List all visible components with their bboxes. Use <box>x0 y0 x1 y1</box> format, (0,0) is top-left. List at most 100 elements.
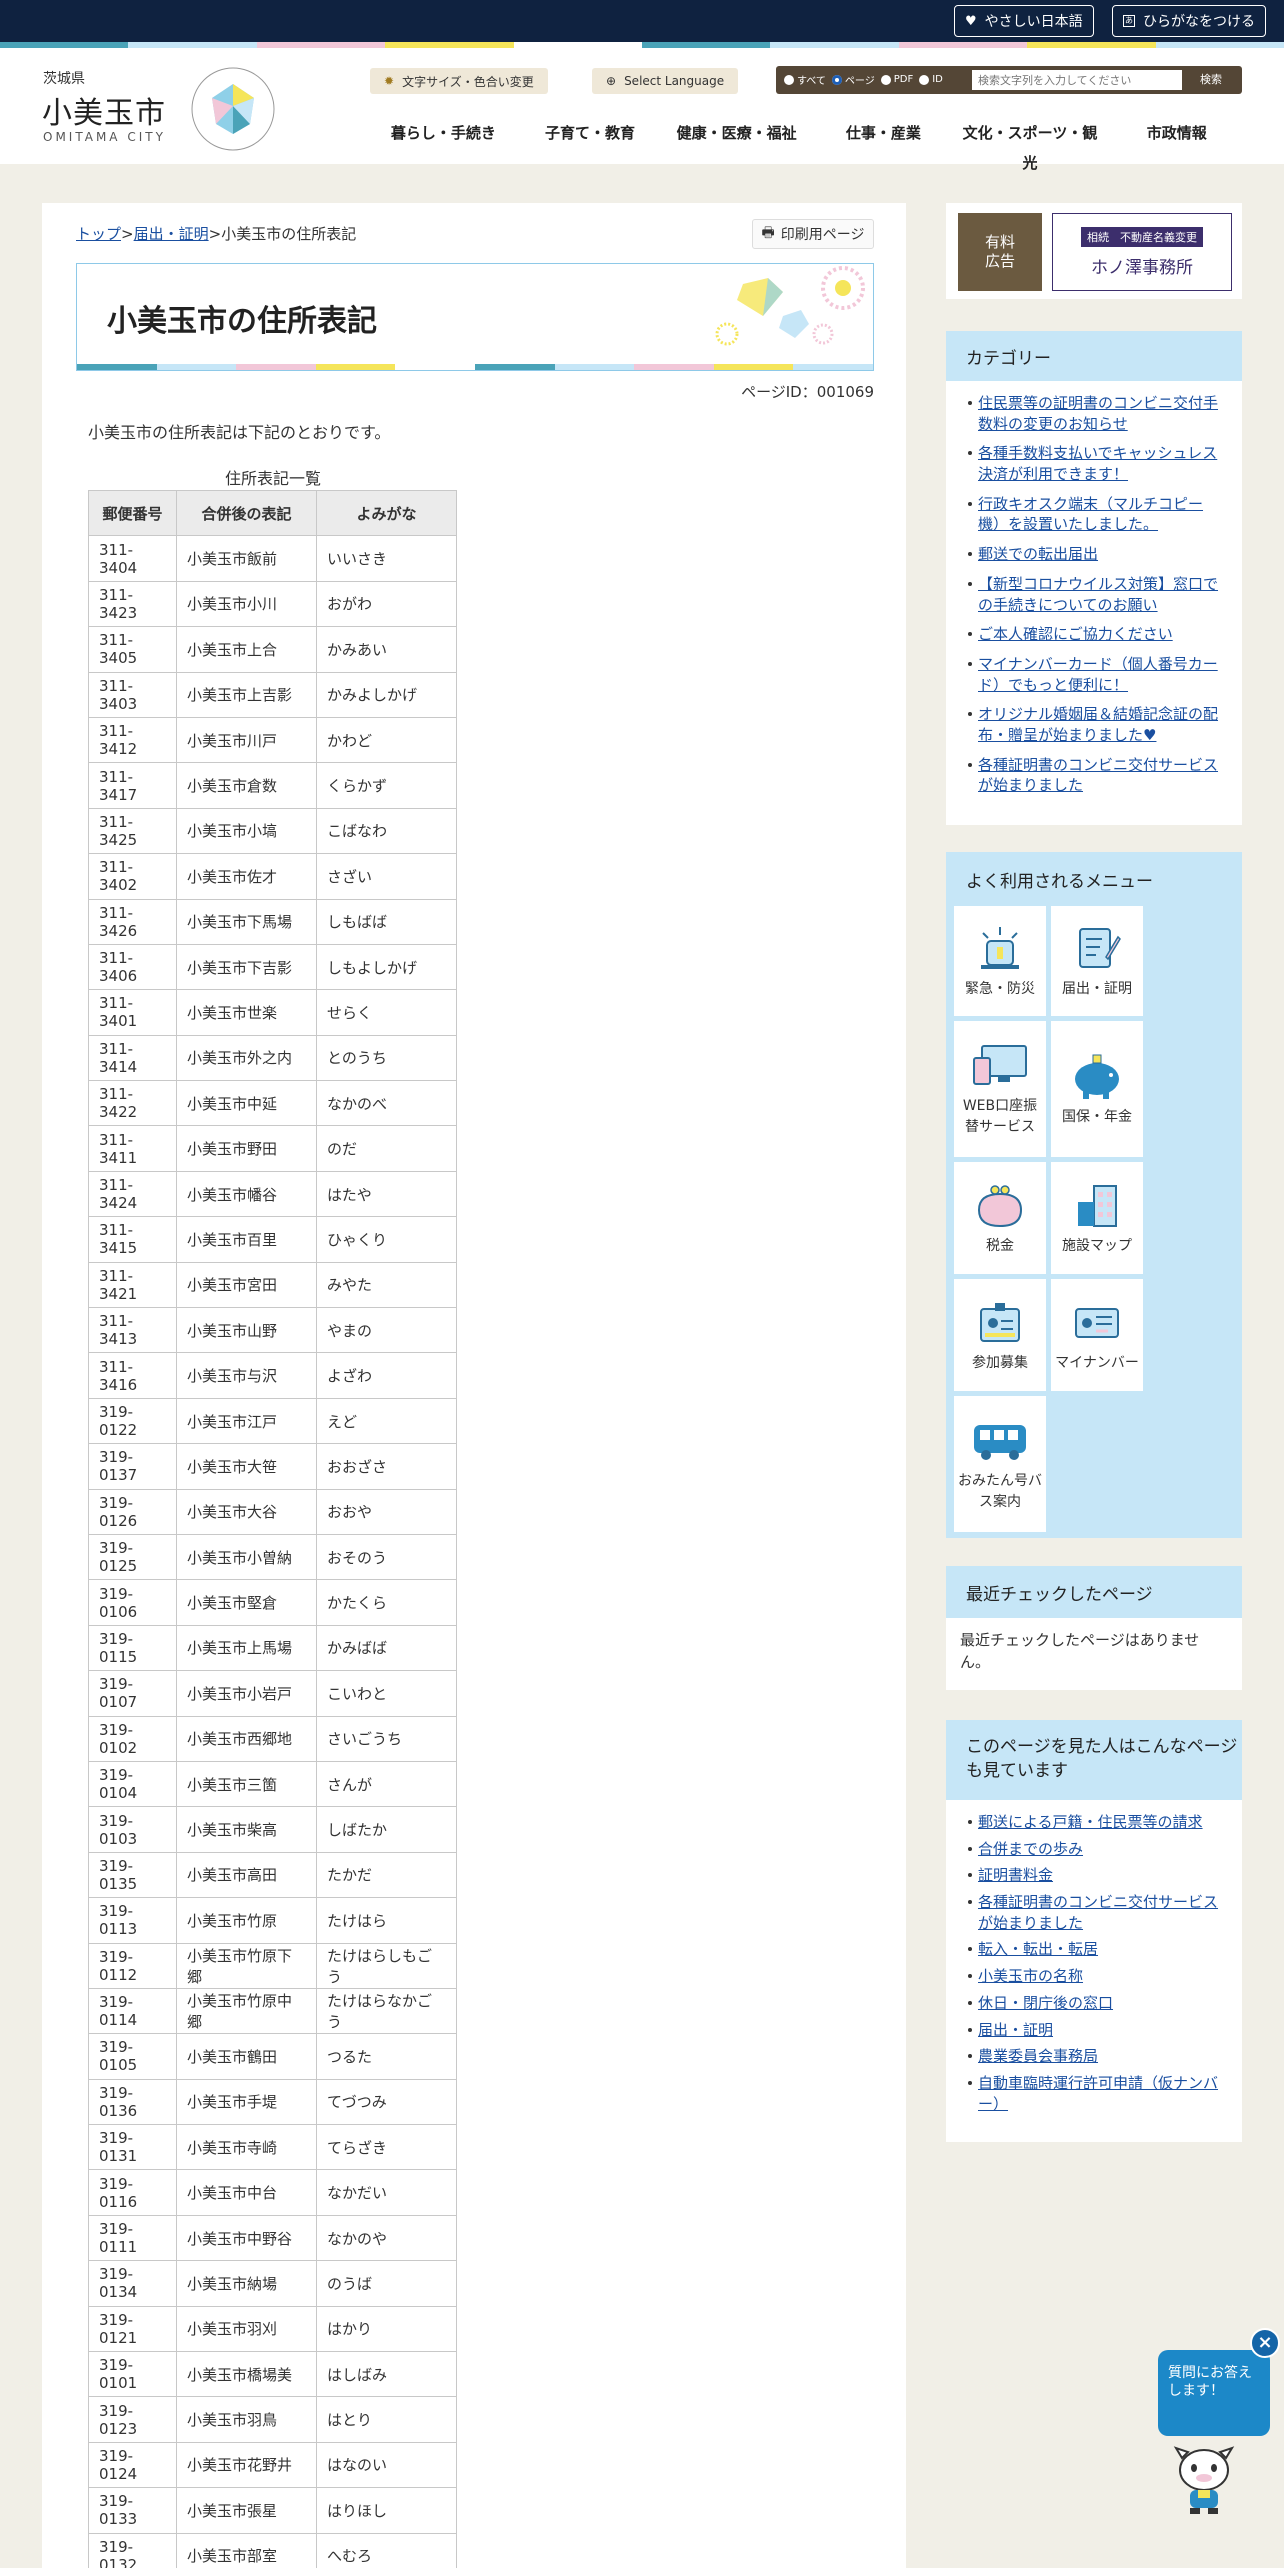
reading-cell: てらざき <box>316 2124 457 2171</box>
menu-participation[interactable]: 参加募集 <box>954 1279 1046 1391</box>
list-item[interactable]: 農業委員会事務局 <box>968 2046 1220 2067</box>
printer-icon: 🖶 <box>761 225 775 241</box>
menu-web-transfer[interactable]: WEB口座振替サービス <box>954 1021 1046 1157</box>
table-row: 311-3425 小美玉市小塙 こばなわ <box>88 807 457 855</box>
address-cell: 小美玉市江戸 <box>176 1397 317 1445</box>
ad-banner[interactable]: 相続 不動産名義変更 ホノ澤事務所 <box>1052 213 1232 291</box>
page-id: ページID：001069 <box>741 383 874 401</box>
strip-segment <box>236 364 316 370</box>
list-item[interactable]: 郵送での転出届出 <box>968 544 1220 565</box>
postal-code-cell: 319-0121 <box>88 2305 177 2353</box>
menu-facility-map[interactable]: 施設マップ <box>1051 1162 1143 1274</box>
list-item[interactable]: 証明書料金 <box>968 1865 1220 1886</box>
list-item[interactable]: 小美玉市の名称 <box>968 1966 1220 1987</box>
postal-code-cell: 311-3405 <box>88 626 177 673</box>
nav-childcare[interactable]: 子育て・教育 <box>517 118 664 148</box>
menu-emergency[interactable]: 緊急・防災 <box>954 906 1046 1016</box>
nav-living[interactable]: 暮らし・手続き <box>370 118 517 148</box>
top-bar: ♥ やさしい日本語 あ ひらがなをつける <box>0 0 1284 42</box>
postal-code-cell: 319-0126 <box>88 1488 177 1535</box>
table-row: 319-0112 小美玉市竹原下郷 たけはらしもごう <box>88 1942 457 1989</box>
list-item[interactable]: 郵送による戸籍・住民票等の請求 <box>968 1812 1220 1833</box>
list-item[interactable]: 自動車臨時運行許可申請（仮ナンバー） <box>968 2073 1220 2114</box>
category-title: カテゴリー <box>966 348 1051 369</box>
reading-cell: たけはらしもごう <box>316 1942 457 1989</box>
search-scope-pdf[interactable]: PDF <box>880 74 913 85</box>
globe-icon: ⊕ <box>606 74 617 88</box>
nav-city-info[interactable]: 市政情報 <box>1103 118 1250 148</box>
list-item[interactable]: 住民票等の証明書のコンビニ交付手数料の変更のお知らせ <box>968 393 1220 434</box>
table-header-row: 郵便番号 合併後の表記 よみがな <box>88 489 457 537</box>
reading-cell: なかのべ <box>316 1080 457 1127</box>
list-item[interactable]: 各種証明書のコンビニ交付サービスが始まりました <box>968 755 1220 796</box>
address-cell: 小美玉市川戸 <box>176 716 317 764</box>
list-item[interactable]: 行政キオスク端末（マルチコピー機）を設置いたしました。 <box>968 494 1220 535</box>
chat-bubble[interactable]: 質問にお答えします！ <box>1158 2350 1270 2436</box>
reading-cell: しばたか <box>316 1806 457 1853</box>
easy-japanese-button[interactable]: ♥ やさしい日本語 <box>954 5 1094 37</box>
postal-code-cell: 319-0115 <box>88 1624 177 1672</box>
nav-work[interactable]: 仕事・産業 <box>810 118 957 148</box>
address-cell: 小美玉市世楽 <box>176 989 317 1036</box>
list-item[interactable]: マイナンバーカード（個人番号カード）でもっと便利に！ <box>968 654 1220 695</box>
table-row: 319-0137 小美玉市大笹 おおざさ <box>88 1443 457 1490</box>
table-row: 319-0135 小美玉市高田 たかだ <box>88 1851 457 1899</box>
postal-code-cell: 311-3402 <box>88 853 177 900</box>
postal-code-cell: 311-3414 <box>88 1034 177 1082</box>
list-item[interactable]: 合併までの歩み <box>968 1839 1220 1860</box>
list-item[interactable]: ご本人確認にご協力ください <box>968 624 1220 645</box>
list-item[interactable]: 各種手数料支払いでキャッシュレス決済が利用できます！ <box>968 443 1220 484</box>
page-title: 小美玉市の住所表記 <box>107 304 377 339</box>
title-color-strip <box>77 364 873 370</box>
table-row: 319-0106 小美玉市堅倉 かたくら <box>88 1579 457 1626</box>
list-item[interactable]: 休日・閉庁後の窓口 <box>968 1993 1220 2014</box>
address-cell: 小美玉市高田 <box>176 1851 317 1899</box>
reading-cell: なかのや <box>316 2214 457 2262</box>
decoration-icon <box>715 266 865 346</box>
menu-certificates[interactable]: 届出・証明 <box>1051 906 1143 1016</box>
table-row: 311-3415 小美玉市百里 ひゃくり <box>88 1216 457 1263</box>
list-item[interactable]: 転入・転出・転居 <box>968 1939 1220 1960</box>
postal-code-cell: 319-0111 <box>88 2214 177 2262</box>
font-size-color-button[interactable]: ✹ 文字サイズ・色合い変更 <box>370 68 548 94</box>
id-badge-icon <box>980 1302 1020 1342</box>
header-postal: 郵便番号 <box>88 489 177 537</box>
furigana-button[interactable]: あ ひらがなをつける <box>1112 5 1266 37</box>
search-input[interactable] <box>972 70 1182 90</box>
breadcrumb-current: 小美玉市の住所表記 <box>221 225 357 243</box>
list-item[interactable]: 各種証明書のコンビニ交付サービスが始まりました <box>968 1892 1220 1933</box>
breadcrumb-top[interactable]: トップ <box>76 225 121 243</box>
mascot-icon[interactable] <box>1168 2440 1240 2516</box>
table-row: 319-0115 小美玉市上馬場 かみばば <box>88 1624 457 1672</box>
piggy-bank-icon <box>1075 1054 1119 1099</box>
select-language-button[interactable]: ⊕ Select Language <box>592 68 739 94</box>
postal-code-cell: 319-0125 <box>88 1533 177 1581</box>
postal-code-cell: 311-3413 <box>88 1307 177 1354</box>
reading-cell: かみよしかげ <box>316 671 457 718</box>
nav-culture[interactable]: 文化・スポーツ・観光 <box>957 118 1104 172</box>
postal-code-cell: 311-3415 <box>88 1216 177 1263</box>
nav-health[interactable]: 健康・医療・福祉 <box>663 118 810 148</box>
reading-cell: みやた <box>316 1261 457 1309</box>
menu-bus-guide[interactable]: おみたん号バス案内 <box>954 1396 1046 1532</box>
address-cell: 小美玉市上馬場 <box>176 1624 317 1672</box>
postal-code-cell: 311-3404 <box>88 535 177 582</box>
city-logo-icon[interactable] <box>190 66 276 152</box>
search-scope-page[interactable]: ページ <box>831 72 875 87</box>
city-name[interactable]: 小美玉市 <box>42 88 166 132</box>
list-item[interactable]: 【新型コロナウイルス対策】窓口での手続きについてのお願い <box>968 574 1220 615</box>
table-row: 311-3424 小美玉市幡谷 はたや <box>88 1170 457 1218</box>
search-button[interactable]: 検索 <box>1186 70 1236 90</box>
breadcrumb-parent[interactable]: 届出・証明 <box>134 225 209 243</box>
reading-cell: くらかず <box>316 762 457 809</box>
menu-insurance-pension[interactable]: 国保・年金 <box>1051 1021 1143 1157</box>
print-page-button[interactable]: 🖶 印刷用ページ <box>752 219 874 249</box>
list-item[interactable]: 届出・証明 <box>968 2020 1220 2041</box>
menu-tax[interactable]: 税金 <box>954 1162 1046 1274</box>
list-item[interactable]: オリジナル婚姻届＆結婚記念証の配布・贈呈が始まりました♥ <box>968 704 1220 745</box>
menu-my-number[interactable]: マイナンバー <box>1051 1279 1143 1391</box>
document-icon <box>1079 927 1121 968</box>
search-scope-all[interactable]: すべて <box>784 72 826 87</box>
search-scope-id[interactable]: ID <box>919 74 943 85</box>
chat-close-button[interactable]: × <box>1250 2328 1280 2358</box>
